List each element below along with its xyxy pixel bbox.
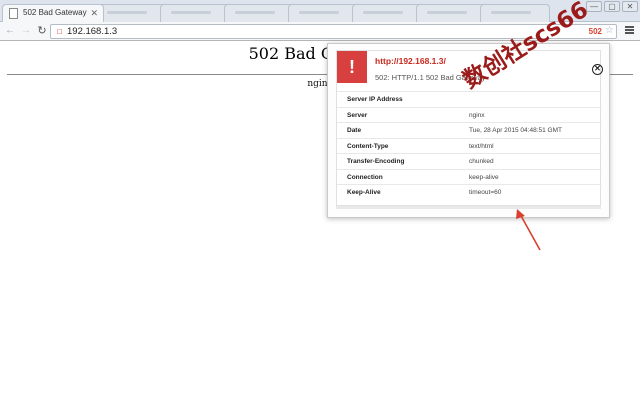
tab-blurred-title [491, 11, 531, 14]
header-value: nginx [469, 111, 485, 119]
header-key: Content-Type [347, 142, 389, 150]
tab-background[interactable] [224, 4, 294, 22]
header-row: Content-Type text/html [337, 137, 602, 154]
header-row: Keep-Alive timeout=60 [337, 184, 602, 200]
menu-icon-bar [624, 32, 634, 34]
headers-table: Server IP Address Server nginx Date Tue,… [337, 91, 602, 200]
header-value: text/html [469, 142, 494, 150]
page-error-icon[interactable]: □ [55, 27, 64, 37]
header-row: Server IP Address [337, 91, 602, 107]
header-key: Connection [347, 173, 383, 181]
annotation-arrow-icon [516, 209, 541, 251]
alert-icon: ! [337, 51, 367, 83]
header-key: Date [347, 127, 362, 134]
forward-arrow-icon[interactable]: → [20, 25, 32, 37]
popup-url[interactable]: http://192.168.1.3/ [375, 56, 446, 66]
header-value: keep-alive [469, 173, 499, 181]
menu-icon-bar [624, 29, 634, 31]
tab-background[interactable] [288, 4, 358, 22]
tab-blurred-title [363, 11, 403, 14]
page-icon [9, 8, 18, 19]
tab-blurred-title [107, 11, 147, 14]
bookmark-star-icon[interactable]: ☆ [605, 25, 614, 36]
address-url[interactable]: 192.168.1.3 [67, 26, 117, 37]
header-key: Keep-Alive [347, 189, 381, 196]
header-key: Server [347, 111, 368, 119]
minimize-icon[interactable]: — [586, 1, 602, 12]
tab-title: 502 Bad Gateway [23, 8, 87, 17]
header-row: Server nginx [337, 106, 602, 123]
header-row: Connection keep-alive [337, 168, 602, 185]
tab-background[interactable] [352, 4, 422, 22]
tab-blurred-title [427, 11, 467, 14]
header-value: chunked [469, 158, 494, 165]
tab-blurred-title [299, 11, 339, 14]
window-controls: — ▢ ✕ [586, 1, 638, 12]
tab-background[interactable] [416, 4, 486, 22]
header-key: Transfer-Encoding [347, 158, 405, 165]
reload-icon[interactable]: ↻ [36, 25, 48, 37]
header-key: Server IP Address [347, 96, 403, 103]
maximize-icon[interactable]: ▢ [604, 1, 620, 12]
tab-background[interactable] [96, 4, 166, 22]
header-value: Tue, 28 Apr 2015 04:48:51 GMT [469, 127, 562, 134]
popup-footer-bar [336, 206, 601, 209]
window-close-icon[interactable]: ✕ [622, 1, 638, 12]
tab-close-icon[interactable]: ✕ [90, 7, 98, 19]
menu-icon[interactable] [623, 25, 635, 37]
header-value: timeout=60 [469, 189, 502, 196]
tab-blurred-title [171, 11, 211, 14]
tab-blurred-title [235, 11, 275, 14]
popup-close-icon[interactable]: ✕ [592, 64, 603, 75]
header-row: Transfer-Encoding chunked [337, 153, 602, 169]
header-row: Date Tue, 28 Apr 2015 04:48:51 GMT [337, 122, 602, 138]
menu-icon-bar [624, 26, 634, 28]
tab-background[interactable] [160, 4, 230, 22]
http-status-indicator[interactable]: 502 [589, 27, 602, 36]
tab-502-bad-gateway[interactable]: 502 Bad Gateway ✕ [2, 4, 104, 22]
back-arrow-icon[interactable]: ← [4, 25, 16, 37]
